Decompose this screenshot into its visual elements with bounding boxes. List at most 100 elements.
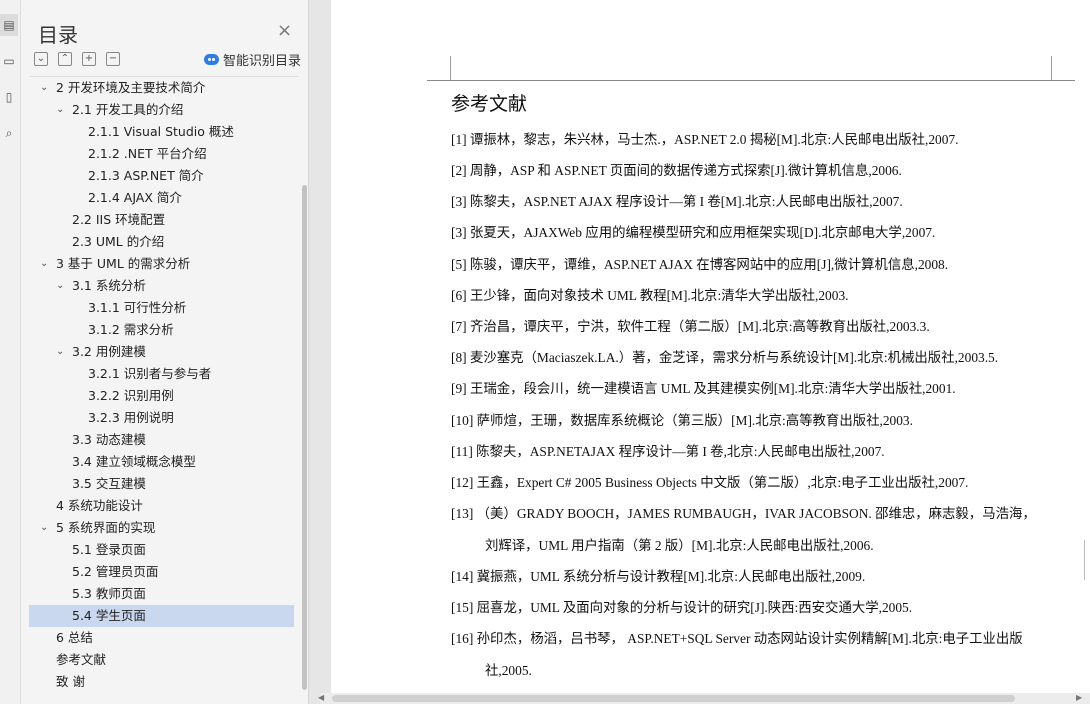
- horizontal-scroll-thumb[interactable]: [332, 695, 1015, 702]
- reference-entry: [7] 齐治昌，谭庆平，宁洪，软件工程（第二版）[M].北京:高等教育出版社,2…: [451, 319, 930, 334]
- toc-item[interactable]: 4 系统功能设计: [29, 495, 294, 517]
- scroll-right-icon[interactable]: ▶: [1076, 693, 1082, 702]
- chevron-down-icon[interactable]: ⌄: [40, 253, 48, 275]
- toc-item[interactable]: 2.2 IIS 环境配置: [29, 209, 294, 231]
- search-icon[interactable]: ⌕: [0, 122, 18, 144]
- toc-item[interactable]: 3.1.1 可行性分析: [29, 297, 294, 319]
- toc-item[interactable]: ⌄ 3.1 系统分析: [29, 275, 294, 297]
- toc-item[interactable]: 3.1.2 需求分析: [29, 319, 294, 341]
- toc-item[interactable]: 2.1.3 ASP.NET 简介: [29, 165, 294, 187]
- toc-item-label: 5.1 登录页面: [72, 542, 146, 557]
- toc-item[interactable]: ⌄ 2.1 开发工具的介绍: [29, 99, 294, 121]
- toc-list: ⌄ 2 开发环境及主要技术简介 ⌄ 2.1 开发工具的介绍 2.1.1 Visual S…: [29, 77, 294, 693]
- chevron-down-icon[interactable]: ⌄: [56, 99, 64, 121]
- toc-scrollbar[interactable]: [302, 185, 307, 690]
- toc-item-label: 4 系统功能设计: [56, 498, 143, 513]
- reference-entry: [12] 王鑫，Expert C# 2005 Business Objects …: [451, 475, 969, 490]
- toc-item[interactable]: ⌄ 3.2 用例建模: [29, 341, 294, 363]
- toc-item-label: 3.2.3 用例说明: [88, 410, 174, 425]
- references-heading: 参考文献: [451, 93, 528, 115]
- toc-item-label: 2 开发环境及主要技术简介: [56, 80, 206, 95]
- toc-item-label: 5 系统界面的实现: [56, 520, 156, 535]
- reference-continuation: 社,2005.: [485, 663, 532, 678]
- toc-item-label: 3.2.1 识别者与参与者: [88, 366, 212, 381]
- toc-item-label: 2.3 UML 的介绍: [72, 234, 165, 249]
- toc-item-label: 5.4 学生页面: [72, 608, 146, 623]
- page-header-line: [427, 80, 1075, 81]
- toc-item-label: 6 总结: [56, 630, 93, 645]
- toc-item[interactable]: 5.4 学生页面: [29, 605, 294, 627]
- toc-item[interactable]: 2.1.1 Visual Studio 概述: [29, 121, 294, 143]
- toc-item[interactable]: ⌄ 2 开发环境及主要技术简介: [29, 77, 294, 99]
- toc-item[interactable]: 2.1.2 .NET 平台介绍: [29, 143, 294, 165]
- toc-item-label: 3.2 用例建模: [72, 344, 146, 359]
- toc-item-label: 2.1.2 .NET 平台介绍: [88, 146, 207, 161]
- toc-item[interactable]: 5.2 管理员页面: [29, 561, 294, 583]
- toc-item-label: 3.5 交互建模: [72, 476, 146, 491]
- toc-item[interactable]: ⌄ 3 基于 UML 的需求分析: [29, 253, 294, 275]
- page-header-box: [450, 56, 1052, 80]
- toc-item[interactable]: 3.3 动态建模: [29, 429, 294, 451]
- toc-item-label: 2.1 开发工具的介绍: [72, 102, 184, 117]
- toc-title: 目录: [38, 23, 78, 47]
- toc-item[interactable]: 3.5 交互建模: [29, 473, 294, 495]
- toc-item[interactable]: 5.1 登录页面: [29, 539, 294, 561]
- toc-item-label: 2.1.4 AJAX 简介: [88, 190, 182, 205]
- close-icon[interactable]: ×: [277, 20, 292, 41]
- reference-entry: [5] 陈骏，谭庆平，谭维，ASP.NET AJAX 在博客网站中的应用[J],…: [451, 257, 949, 272]
- reference-entry: [11] 陈黎夫，ASP.NETAJAX 程序设计—第 I 卷,北京:人民邮电出…: [451, 444, 885, 459]
- reference-entry: [6] 王少锋，面向对象技术 UML 教程[M].北京:清华大学出版社,2003…: [451, 288, 849, 303]
- reference-entry: [16] 孙印杰，杨滔，吕书琴， ASP.NET+SQL Server 动态网站…: [451, 631, 1023, 646]
- toc-item-label: 2.1.1 Visual Studio 概述: [88, 124, 234, 139]
- reference-entry: [15] 屈喜龙，UML 及面向对象的分析与设计的研究[J].陕西:西安交通大学…: [451, 600, 913, 615]
- toc-item-label: 3.1 系统分析: [72, 278, 146, 293]
- toc-item[interactable]: 6 总结: [29, 627, 294, 649]
- toc-item[interactable]: 3.2.1 识别者与参与者: [29, 363, 294, 385]
- expand-all-icon[interactable]: ⌃: [58, 52, 72, 66]
- chevron-down-icon[interactable]: ⌄: [40, 517, 48, 539]
- reference-entry: [14] 冀振燕，UML 系统分析与设计教程[M].北京:人民邮电出版社,200…: [451, 569, 866, 584]
- smart-toc-button[interactable]: 智能识别目录: [204, 50, 301, 69]
- toc-item[interactable]: 3.2.2 识别用例: [29, 385, 294, 407]
- reference-entry: [13] （美）GRADY BOOCH，JAMES RUMBAUGH，IVAR …: [451, 506, 1036, 521]
- toc-item[interactable]: ⌄ 5 系统界面的实现: [29, 517, 294, 539]
- toc-item[interactable]: 2.1.4 AJAX 简介: [29, 187, 294, 209]
- reference-entry: [9] 王瑞金，段会川，统一建模语言 UML 及其建模实例[M].北京:清华大学…: [451, 381, 956, 396]
- toc-item-label: 5.2 管理员页面: [72, 564, 159, 579]
- chevron-down-icon[interactable]: ⌄: [40, 77, 48, 99]
- smart-toc-label: 智能识别目录: [223, 54, 302, 69]
- reference-entry: [1] 谭振林，黎志，朱兴林，马士杰.，ASP.NET 2.0 揭秘[M].北京…: [451, 132, 959, 147]
- collapse-all-icon[interactable]: ⌄: [34, 52, 48, 66]
- reference-continuation: 刘辉译，UML 用户指南（第 2 版）[M].北京:人民邮电出版社,2006.: [485, 538, 874, 553]
- toc-item[interactable]: 3.4 建立领域概念模型: [29, 451, 294, 473]
- add-heading-icon[interactable]: +: [82, 52, 96, 66]
- toc-item-label: 2.2 IIS 环境配置: [72, 212, 166, 227]
- bookmark-icon[interactable]: ▭: [0, 50, 18, 72]
- chevron-down-icon[interactable]: ⌄: [56, 275, 64, 297]
- toc-item-label: 2.1.3 ASP.NET 简介: [88, 168, 204, 183]
- toc-item-label: 3.4 建立领域概念模型: [72, 454, 196, 469]
- outline-icon[interactable]: ▤: [0, 14, 18, 36]
- toc-item[interactable]: 参考文献: [29, 649, 294, 671]
- toc-item-label: 5.3 教师页面: [72, 586, 146, 601]
- ai-cloud-icon: [204, 54, 219, 65]
- toc-item-label: 3.1.2 需求分析: [88, 322, 174, 337]
- toc-item-label: 3 基于 UML 的需求分析: [56, 256, 191, 271]
- toc-item-label: 参考文献: [56, 652, 107, 667]
- chevron-down-icon[interactable]: ⌄: [56, 341, 64, 363]
- reference-entry: [8] 麦沙塞克（Maciaszek.LA.）著，金芝译，需求分析与系统设计[M…: [451, 350, 999, 365]
- toc-item[interactable]: 5.3 教师页面: [29, 583, 294, 605]
- reference-entry: [2] 周静，ASP 和 ASP.NET 页面间的数据传递方式探索[J].微计算…: [451, 163, 902, 178]
- toc-item[interactable]: 2.3 UML 的介绍: [29, 231, 294, 253]
- remove-heading-icon[interactable]: −: [106, 52, 120, 66]
- pages-icon[interactable]: ▯: [0, 86, 18, 108]
- toc-panel: 目录 × ⌄ ⌃ + − 智能识别目录 ⌄ 2 开发环境及主要技术简介 ⌄ 2.1 开…: [21, 0, 309, 704]
- toc-item-label: 3.2.2 识别用例: [88, 388, 174, 403]
- vertical-scroll-marker[interactable]: [1084, 540, 1090, 580]
- toc-item-label: 致 谢: [56, 674, 85, 689]
- scroll-left-icon[interactable]: ◀: [318, 693, 324, 702]
- toc-item[interactable]: 3.2.3 用例说明: [29, 407, 294, 429]
- reference-entry: [3] 张夏天，AJAXWeb 应用的编程模型研究和应用框架实现[D].北京邮电…: [451, 225, 936, 240]
- toc-item[interactable]: 致 谢: [29, 671, 294, 693]
- reference-entry: [3] 陈黎夫，ASP.NET AJAX 程序设计—第 I 卷[M].北京:人民…: [451, 194, 903, 209]
